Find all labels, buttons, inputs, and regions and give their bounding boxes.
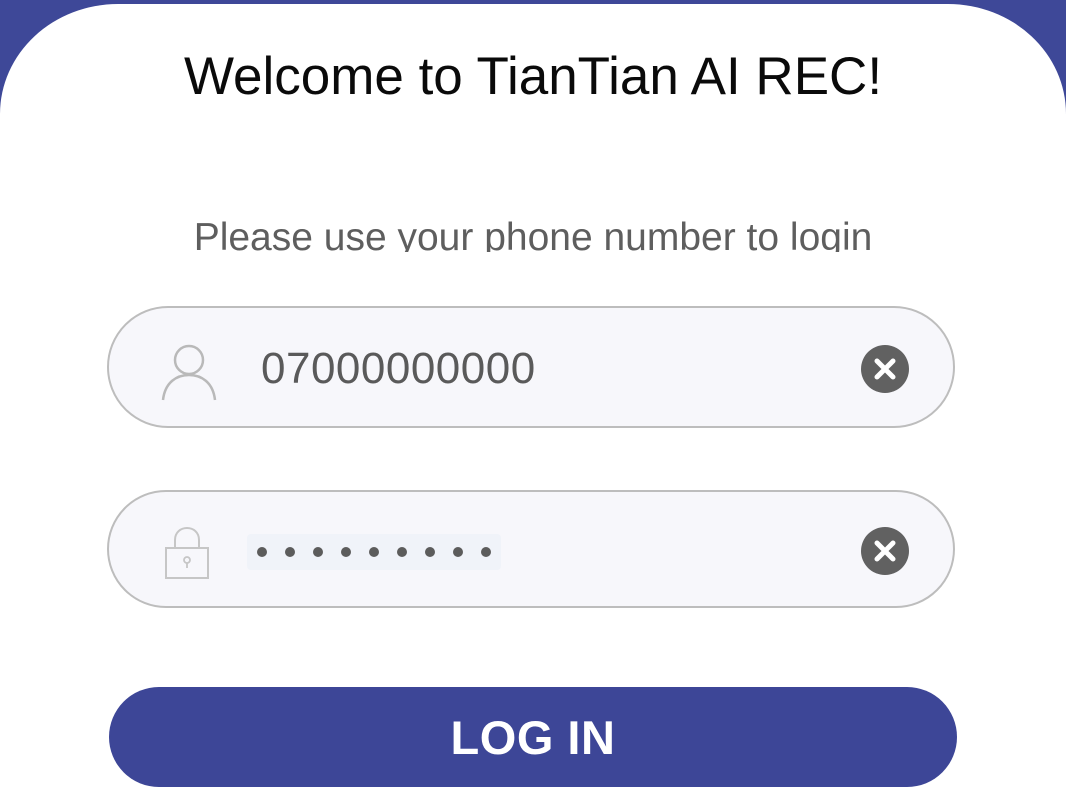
clear-password-button[interactable] bbox=[861, 527, 909, 575]
password-mask-dot bbox=[313, 547, 323, 557]
password-mask-dot bbox=[257, 547, 267, 557]
clear-phone-button[interactable] bbox=[861, 345, 909, 393]
login-instruction: Please use your phone number to login bbox=[193, 216, 873, 252]
page-title: Welcome to TianTian AI REC! bbox=[183, 47, 883, 106]
lock-icon bbox=[161, 524, 225, 584]
phone-number-field[interactable]: 07000000000 bbox=[107, 306, 955, 428]
password-mask-dot bbox=[481, 547, 491, 557]
password-mask-dot bbox=[285, 547, 295, 557]
password-mask-dot bbox=[397, 547, 407, 557]
password-mask-dot bbox=[369, 547, 379, 557]
password-mask-dot bbox=[453, 547, 463, 557]
password-mask-dot bbox=[425, 547, 435, 557]
password-value[interactable] bbox=[247, 534, 501, 570]
user-icon bbox=[157, 342, 221, 402]
clear-icon bbox=[874, 358, 896, 380]
phone-number-value[interactable]: 07000000000 bbox=[261, 308, 536, 430]
login-button[interactable]: LOG IN bbox=[109, 687, 957, 787]
subtitle-container: Please use your phone number to login bbox=[0, 212, 1066, 252]
clear-icon bbox=[874, 540, 896, 562]
password-mask-dot bbox=[341, 547, 351, 557]
password-field[interactable] bbox=[107, 490, 955, 608]
login-card: Welcome to TianTian AI REC! Please use y… bbox=[0, 4, 1066, 798]
